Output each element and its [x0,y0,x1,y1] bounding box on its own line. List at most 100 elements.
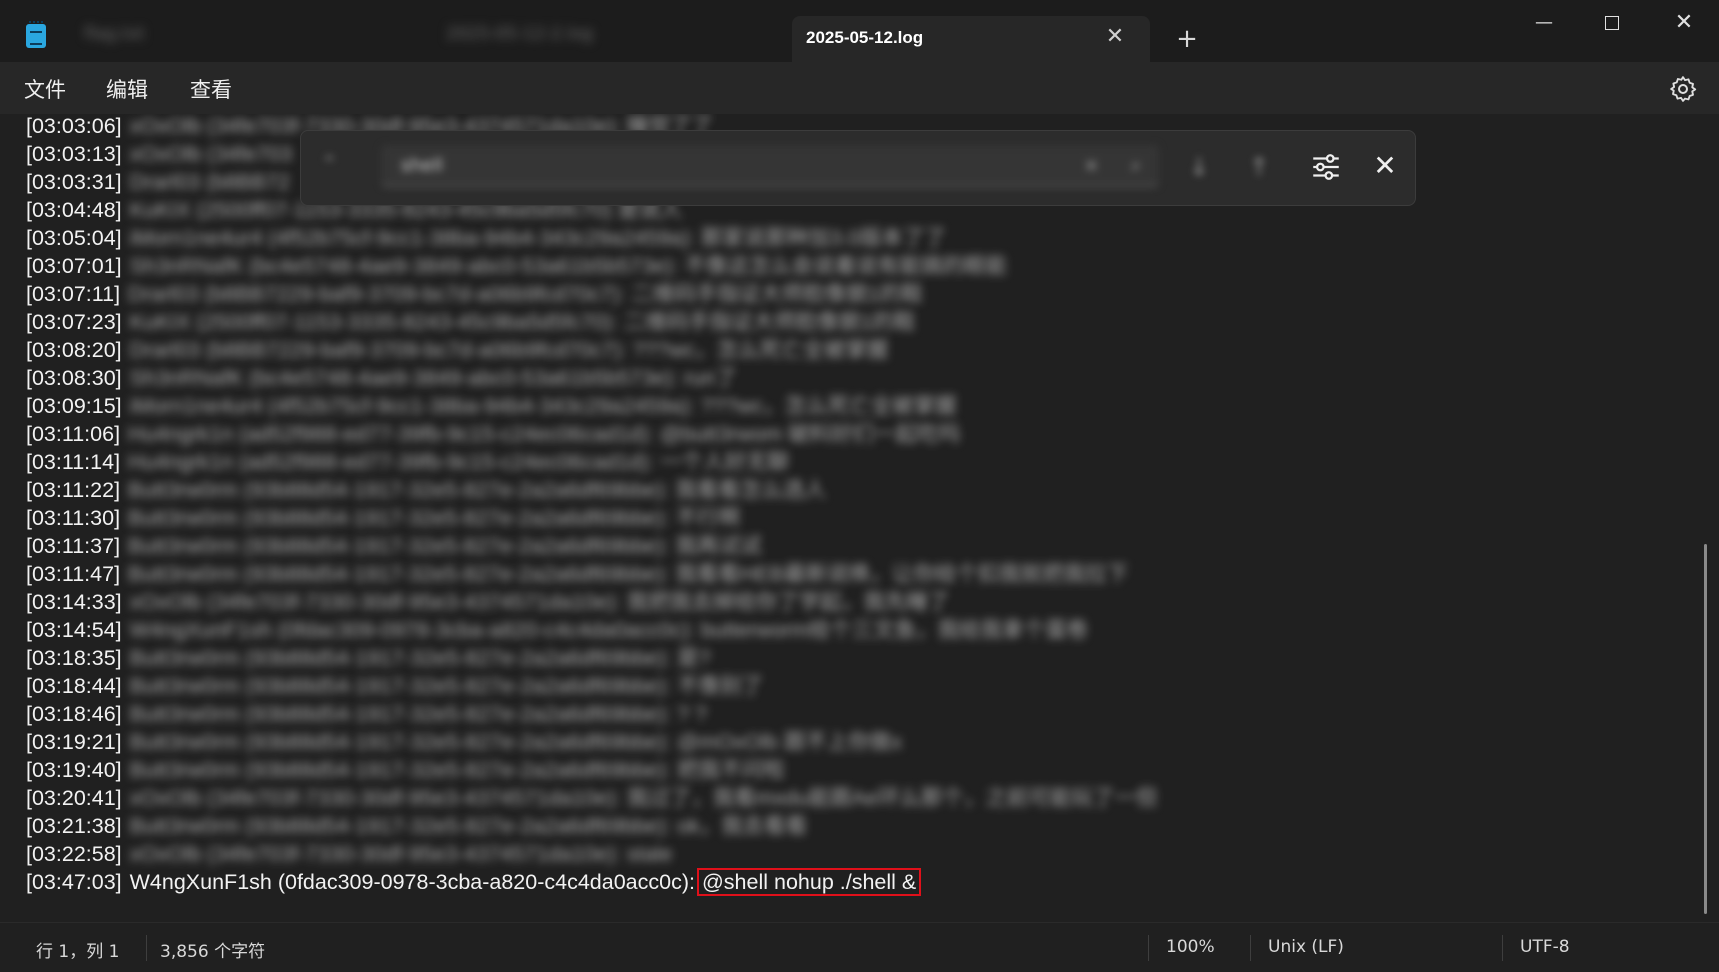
close-window-button[interactable]: ✕ [1654,6,1714,40]
log-line: [03:05:04] iMorn1ne4ur4 (4f52b75cf-9cc1-3… [26,224,946,252]
log-line: [03:11:47] Butt3rw0rm (93b88d54-1917-32e5… [26,560,1128,588]
find-clear-icon[interactable]: × [1084,145,1099,187]
log-line: [03:07:01] Sh3nRNafK (bc4e5748-4ae9-3849-… [26,252,1007,280]
log-timestamp: [03:11:14] [26,450,121,474]
log-timestamp: [03:19:21] [26,730,122,754]
log-timestamp: [03:05:04] [26,226,122,250]
status-line-ending[interactable]: Unix (LF) [1268,937,1344,957]
log-timestamp: [03:11:22] [26,478,121,502]
log-message-blurred: Butt3rw0rm (93b88d54-1917-32e5-827e-2a2a… [128,478,826,502]
log-line: [03:18:46] Butt3rw0rm (93b88d54-1917-32e5… [26,700,707,728]
log-message-blurred: Butt3rw0rm (93b88d54-1917-32e5-827e-2a2a… [128,562,1129,586]
log-message-blurred: Butt3rw0rm (93b88d54-1917-32e5-827e-2a2a… [128,506,740,530]
log-line: [03:19:40] Butt3rw0rm (93b88d54-1917-32e5… [26,756,785,784]
new-tab-button[interactable]: + [1170,22,1204,56]
find-expand-chevron-icon[interactable]: ⌃ [321,151,338,175]
tab-background-1[interactable]: flag.txt [84,24,145,48]
log-author: W4ngXunF1sh (0fdac309-0978-3cba-a820-c4c… [129,870,695,894]
vertical-scrollbar[interactable] [1704,544,1707,914]
log-message-blurred: Butt3rw0rm (93b88d54-1917-32e5-827e-2a2a… [129,646,711,670]
status-divider [146,935,147,961]
settings-gear-icon[interactable] [1668,74,1698,104]
highlighted-command: @shell nohup ./shell & [696,868,922,896]
log-message-blurred: xOxOlb (34fe703 [129,142,293,166]
log-line: [03:08:30] Sh3nRNafK (bc4e5748-4ae9-3849-… [26,364,737,392]
log-message-blurred: Butt3rw0rm (93b88d54-1917-32e5-827e-2a2a… [129,674,764,698]
log-message-blurred: Drarl03 (b8BB7229-baf9-3709-bc7d-a06b9fc… [129,338,889,362]
status-bar: 行 1，列 1 3,856 个字符 100% Unix (LF) UTF-8 [0,922,1719,972]
maximize-button[interactable] [1582,6,1642,40]
text-editor[interactable]: [03:03:06] xOxOlb (34fe703f-7330-30df-95e… [0,114,1719,922]
status-cursor-position: 行 1，列 1 [36,942,120,962]
log-timestamp: [03:20:41] [26,786,122,810]
find-bar: ⌃ shell × ⌕ ↓ ↑ ✕ [300,130,1416,206]
log-message-blurred: Hu4ngrk1n (ad52f988-ed77-39fb-9c15-c24ec… [128,450,789,474]
log-line: [03:11:06] Hu4ngrk1n (ad52f988-ed77-39fb-… [26,420,960,448]
tab-close-icon[interactable]: ✕ [1100,22,1130,52]
log-message-blurred: Butt3rw0rm (93b88d54-1917-32e5-827e-2a2a… [129,758,785,782]
status-divider [1502,935,1503,961]
minimize-button[interactable]: — [1514,6,1574,40]
tab-active[interactable]: 2025-05-12.log ✕ [792,16,1150,62]
notepad-icon [26,21,46,48]
status-char-count: 3,856 个字符 [160,942,266,962]
log-timestamp: [03:11:47] [26,562,121,586]
log-message-blurred: Butt3rw0rm (93b88d54-1917-32e5-827e-2a2a… [129,730,902,754]
log-line: [03:11:14] Hu4ngrk1n (ad52f988-ed77-39fb-… [26,448,789,476]
find-query-text: shell [401,155,443,176]
log-timestamp: [03:11:30] [26,506,121,530]
log-line: [03:11:22] Butt3rw0rm (93b88d54-1917-32e5… [26,476,826,504]
log-message-blurred: Drarl03 (b8BB7229-baf9-3709-bc7d-a06b9fc… [128,282,923,306]
log-timestamp: [03:08:30] [26,366,122,390]
log-timestamp: [03:14:54] [26,618,122,642]
log-message-blurred: iMorn1ne4ur4 (4f52b75cf-9cc1-38ba-94b4-3… [129,226,946,250]
log-message-blurred: Drarl03 (b8BB72 [129,170,290,194]
log-line: [03:07:11] Drarl03 (b8BB7229-baf9-3709-bc… [26,280,923,308]
tab-title: 2025-05-12.log [806,28,924,47]
log-message-blurred: W4ngXunF1sh (0fdac309-0978-3cba-a820-c4c… [129,618,1088,642]
log-timestamp: [03:07:11] [26,282,121,306]
log-timestamp: [03:18:46] [26,702,122,726]
status-zoom[interactable]: 100% [1166,937,1215,957]
log-line: [03:03:13] xOxOlb (34fe703 [26,140,292,168]
find-previous-up-icon[interactable]: ↑ [1249,153,1269,181]
log-timestamp: [03:03:31] [26,170,122,194]
log-line-highlighted: [03:47:03] W4ngXunF1sh (0fdac309-0978-3cb… [26,868,922,896]
log-line: [03:22:58] xOxOlb (34fe703f-7330-30df-95e… [26,840,672,868]
find-options-sliders-icon[interactable] [1309,150,1343,184]
log-timestamp: [03:03:06] [26,114,122,138]
find-next-down-icon[interactable]: ↓ [1189,153,1209,181]
menu-view[interactable]: 查看 [190,74,232,104]
log-timestamp: [03:14:33] [26,590,122,614]
log-timestamp: [03:08:20] [26,338,122,362]
log-message-blurred: Sh3nRNafK (bc4e5748-4ae9-3849-abc0-53a61… [129,366,737,390]
status-divider [1250,935,1251,961]
maximize-icon [1605,16,1619,30]
log-line: [03:03:31] Drarl03 (b8BB72 [26,168,290,196]
find-close-icon[interactable]: ✕ [1367,148,1403,184]
log-line: [03:11:30] Butt3rw0rm (93b88d54-1917-32e5… [26,504,740,532]
log-line: [03:19:21] Butt3rw0rm (93b88d54-1917-32e5… [26,728,902,756]
tab-background-2[interactable]: 2025-05-12-2.log [446,24,593,48]
log-message-blurred: xOxOlb (34fe703f-7330-30df-95e3-4374571d… [129,786,1158,810]
status-divider [1148,935,1149,961]
log-timestamp: [03:07:23] [26,310,122,334]
log-timestamp: [03:11:06] [26,422,121,446]
log-timestamp: [03:04:48] [26,198,122,222]
menu-file[interactable]: 文件 [24,74,66,104]
log-timestamp: [03:18:44] [26,674,122,698]
title-bar: flag.txt 2025-05-12-2.log 2025-05-12.log… [0,0,1719,62]
log-timestamp: [03:47:03] [26,870,122,894]
status-encoding[interactable]: UTF-8 [1520,937,1570,957]
log-message-blurred: Hu4ngrk1n (ad52f988-ed77-39fb-9c15-c24ec… [128,422,961,446]
log-message-blurred: Butt3rw0rm (93b88d54-1917-32e5-827e-2a2a… [129,702,707,726]
menu-edit[interactable]: 编辑 [106,74,148,104]
log-timestamp: [03:19:40] [26,758,122,782]
log-timestamp: [03:03:13] [26,142,122,166]
log-line: [03:18:44] Butt3rw0rm (93b88d54-1917-32e5… [26,672,763,700]
log-timestamp: [03:11:37] [26,534,121,558]
find-input[interactable]: shell × ⌕ [381,145,1159,187]
find-search-icon[interactable]: ⌕ [1131,145,1141,187]
log-message-blurred: Sh3nRNafK (bc4e5748-4ae9-3849-abc0-53a61… [129,254,1007,278]
log-timestamp: [03:18:35] [26,646,122,670]
